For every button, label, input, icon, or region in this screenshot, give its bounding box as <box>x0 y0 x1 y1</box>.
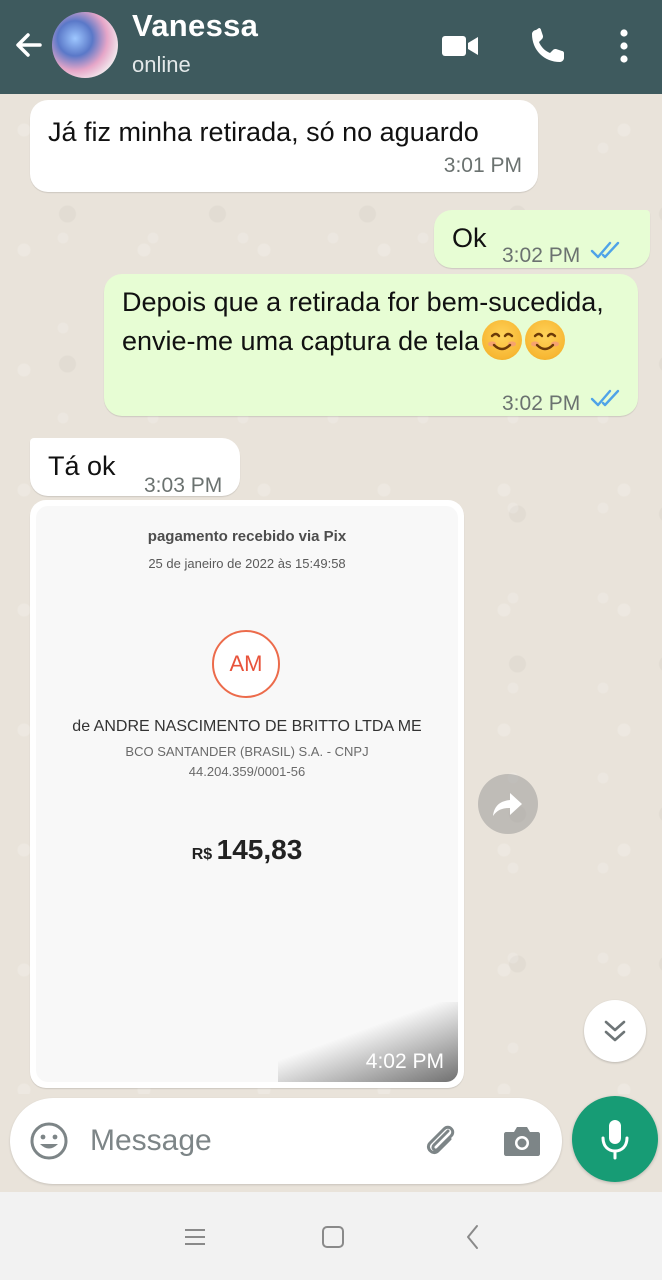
message-input[interactable] <box>90 1118 390 1164</box>
image-message[interactable]: pagamento recebido via Pix 25 de janeiro… <box>30 500 464 1088</box>
smiling-face-emoji-icon <box>525 320 566 360</box>
message-text: Ok <box>452 223 487 253</box>
scroll-to-bottom-button[interactable] <box>584 1000 646 1062</box>
message-time: 3:03 PM <box>144 474 223 497</box>
recent-apps-icon[interactable] <box>180 1222 210 1252</box>
smiling-face-emoji-icon <box>482 320 523 360</box>
contact-status: online <box>132 52 191 77</box>
message-time: 4:02 PM <box>365 1050 444 1073</box>
message-text: Tá ok <box>48 451 116 481</box>
receipt-amount: R$ 145,83 <box>36 834 458 866</box>
message-time: 3:01 PM <box>443 154 522 177</box>
home-icon[interactable] <box>318 1222 348 1252</box>
chat-area[interactable]: Já fiz minha retirada, só no aguardo 3:0… <box>0 94 662 1094</box>
receipt-sender: de ANDRE NASCIMENTO DE BRITTO LTDA ME <box>72 718 422 735</box>
contact-avatar[interactable] <box>52 12 118 78</box>
sender-logo: AM <box>212 630 280 698</box>
attach-icon[interactable] <box>418 1118 464 1164</box>
receipt-date: 25 de janeiro de 2022 às 15:49:58 <box>148 556 346 571</box>
contact-name[interactable]: Vanessa <box>132 8 258 44</box>
camera-icon[interactable] <box>500 1120 544 1162</box>
receipt-value: 145,83 <box>216 834 303 865</box>
message-bubble-incoming[interactable]: Tá ok 3:03 PM <box>30 438 240 497</box>
back-arrow-icon[interactable] <box>10 26 48 64</box>
message-time: 3:02 PM <box>502 244 581 267</box>
receipt-title: pagamento recebido via Pix <box>147 528 347 545</box>
pix-receipt-image[interactable]: pagamento recebido via Pix 25 de janeiro… <box>36 506 458 1082</box>
receipt-currency: R$ <box>191 846 213 863</box>
more-options-icon[interactable] <box>604 24 644 68</box>
voice-message-button[interactable] <box>572 1096 658 1182</box>
message-time: 3:02 PM <box>502 392 581 415</box>
voice-call-icon[interactable] <box>526 24 570 68</box>
receipt-bank: BCO SANTANDER (BRASIL) S.A. - CNPJ <box>125 744 369 759</box>
chat-header: Vanessa online <box>0 0 662 94</box>
receipt-cnpj: 44.204.359/0001-56 <box>188 764 306 779</box>
message-text-wrapper: Depois que a retirada for bem-sucedida, … <box>122 284 622 360</box>
emoji-icon[interactable] <box>28 1120 70 1162</box>
double-chevron-down-icon <box>604 1020 626 1042</box>
read-receipt-icon <box>590 389 620 407</box>
back-nav-icon[interactable] <box>458 1222 488 1252</box>
read-receipt-icon <box>590 241 620 259</box>
message-bubble-outgoing[interactable]: Depois que a retirada for bem-sucedida, … <box>104 274 638 416</box>
message-bubble-incoming[interactable]: Já fiz minha retirada, só no aguardo 3:0… <box>30 100 538 192</box>
message-text: Já fiz minha retirada, só no aguardo <box>48 117 479 147</box>
message-bubble-outgoing[interactable]: Ok 3:02 PM <box>434 210 650 268</box>
forward-icon <box>493 793 522 816</box>
system-navigation-bar <box>0 1192 662 1280</box>
message-composer <box>10 1098 562 1184</box>
video-call-icon[interactable] <box>438 24 482 68</box>
microphone-icon <box>601 1120 629 1160</box>
forward-button[interactable] <box>478 774 538 834</box>
